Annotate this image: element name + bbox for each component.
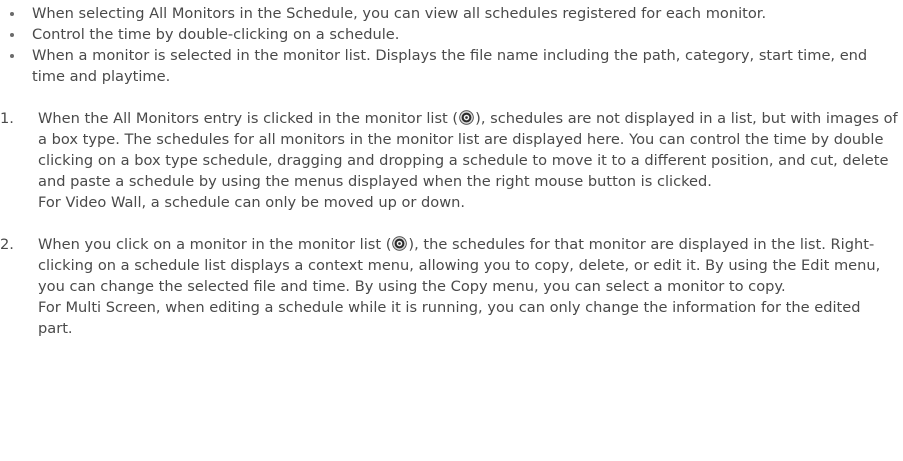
monitor-list-icon [392,236,408,251]
monitor-list-icon [459,110,474,125]
bullet-dot-icon [10,54,14,58]
step-text: When you click on a monitor in the monit… [38,236,392,253]
bullet-text: Control the time by double-clicking on a… [32,26,400,43]
step-text: When the All Monitors entry is clicked i… [38,110,459,127]
document-body: When selecting All Monitors in the Sched… [0,3,903,339]
numbered-list: 1. When the All Monitors entry is clicke… [0,108,903,339]
step-note: For Video Wall, a schedule can only be m… [38,194,466,211]
step-item: 2. When you click on a monitor in the mo… [0,234,903,339]
bullet-text: When a monitor is selected in the monito… [32,47,868,85]
step-number: 1. [0,110,14,127]
bullet-item: When a monitor is selected in the monito… [0,45,903,87]
bullet-item: When selecting All Monitors in the Sched… [0,3,903,24]
bullet-text: When selecting All Monitors in the Sched… [32,5,767,22]
bullet-dot-icon [10,12,14,16]
step-note: For Multi Screen, when editing a schedul… [38,299,861,337]
step-number: 2. [0,236,14,253]
bullet-list: When selecting All Monitors in the Sched… [0,3,903,87]
bullet-dot-icon [10,33,14,37]
step-paragraph: When the All Monitors entry is clicked i… [38,108,899,192]
bullet-item: Control the time by double-clicking on a… [0,24,903,45]
step-item: 1. When the All Monitors entry is clicke… [0,108,903,213]
step-paragraph: When you click on a monitor in the monit… [38,234,899,297]
